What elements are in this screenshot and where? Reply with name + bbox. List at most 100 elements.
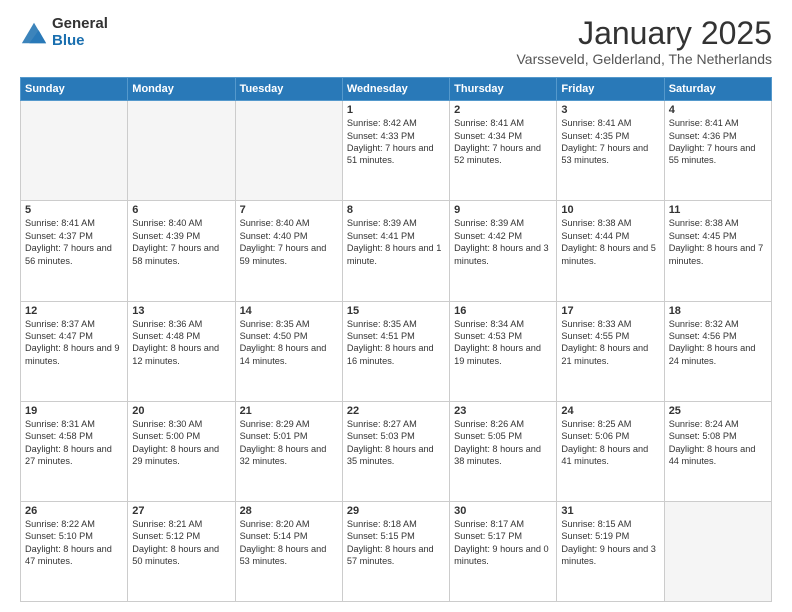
- day-number: 2: [454, 104, 552, 116]
- day-number: 27: [132, 505, 230, 517]
- day-number: 23: [454, 405, 552, 417]
- calendar-cell: 20Sunrise: 8:30 AM Sunset: 5:00 PM Dayli…: [128, 401, 235, 501]
- day-info: Sunrise: 8:36 AM Sunset: 4:48 PM Dayligh…: [132, 318, 230, 368]
- calendar-header-row: SundayMondayTuesdayWednesdayThursdayFrid…: [21, 78, 772, 101]
- day-number: 4: [669, 104, 767, 116]
- day-info: Sunrise: 8:41 AM Sunset: 4:34 PM Dayligh…: [454, 117, 552, 167]
- day-header-tuesday: Tuesday: [235, 78, 342, 101]
- calendar-cell: 21Sunrise: 8:29 AM Sunset: 5:01 PM Dayli…: [235, 401, 342, 501]
- day-number: 14: [240, 305, 338, 317]
- header: General Blue January 2025 Varsseveld, Ge…: [20, 16, 772, 67]
- day-number: 21: [240, 405, 338, 417]
- logo-text: General Blue: [52, 16, 108, 49]
- day-number: 7: [240, 204, 338, 216]
- calendar-cell: 30Sunrise: 8:17 AM Sunset: 5:17 PM Dayli…: [450, 501, 557, 601]
- title-block: January 2025 Varsseveld, Gelderland, The…: [516, 16, 772, 67]
- calendar-cell: 9Sunrise: 8:39 AM Sunset: 4:42 PM Daylig…: [450, 201, 557, 301]
- day-info: Sunrise: 8:21 AM Sunset: 5:12 PM Dayligh…: [132, 518, 230, 568]
- day-header-monday: Monday: [128, 78, 235, 101]
- day-info: Sunrise: 8:20 AM Sunset: 5:14 PM Dayligh…: [240, 518, 338, 568]
- calendar-cell: 8Sunrise: 8:39 AM Sunset: 4:41 PM Daylig…: [342, 201, 449, 301]
- day-info: Sunrise: 8:35 AM Sunset: 4:50 PM Dayligh…: [240, 318, 338, 368]
- day-info: Sunrise: 8:29 AM Sunset: 5:01 PM Dayligh…: [240, 418, 338, 468]
- day-number: 22: [347, 405, 445, 417]
- day-info: Sunrise: 8:18 AM Sunset: 5:15 PM Dayligh…: [347, 518, 445, 568]
- logo-blue-text: Blue: [52, 33, 108, 50]
- week-row-3: 12Sunrise: 8:37 AM Sunset: 4:47 PM Dayli…: [21, 301, 772, 401]
- day-info: Sunrise: 8:32 AM Sunset: 4:56 PM Dayligh…: [669, 318, 767, 368]
- day-info: Sunrise: 8:22 AM Sunset: 5:10 PM Dayligh…: [25, 518, 123, 568]
- calendar-cell: 22Sunrise: 8:27 AM Sunset: 5:03 PM Dayli…: [342, 401, 449, 501]
- day-info: Sunrise: 8:35 AM Sunset: 4:51 PM Dayligh…: [347, 318, 445, 368]
- calendar-cell: 15Sunrise: 8:35 AM Sunset: 4:51 PM Dayli…: [342, 301, 449, 401]
- day-info: Sunrise: 8:27 AM Sunset: 5:03 PM Dayligh…: [347, 418, 445, 468]
- calendar-cell: 23Sunrise: 8:26 AM Sunset: 5:05 PM Dayli…: [450, 401, 557, 501]
- day-header-wednesday: Wednesday: [342, 78, 449, 101]
- day-number: 11: [669, 204, 767, 216]
- calendar-cell: 27Sunrise: 8:21 AM Sunset: 5:12 PM Dayli…: [128, 501, 235, 601]
- calendar-cell: 18Sunrise: 8:32 AM Sunset: 4:56 PM Dayli…: [664, 301, 771, 401]
- day-number: 18: [669, 305, 767, 317]
- day-info: Sunrise: 8:34 AM Sunset: 4:53 PM Dayligh…: [454, 318, 552, 368]
- day-info: Sunrise: 8:42 AM Sunset: 4:33 PM Dayligh…: [347, 117, 445, 167]
- calendar-cell: 29Sunrise: 8:18 AM Sunset: 5:15 PM Dayli…: [342, 501, 449, 601]
- week-row-2: 5Sunrise: 8:41 AM Sunset: 4:37 PM Daylig…: [21, 201, 772, 301]
- day-number: 12: [25, 305, 123, 317]
- day-number: 16: [454, 305, 552, 317]
- day-info: Sunrise: 8:39 AM Sunset: 4:41 PM Dayligh…: [347, 217, 445, 267]
- calendar-cell: 16Sunrise: 8:34 AM Sunset: 4:53 PM Dayli…: [450, 301, 557, 401]
- calendar-cell: [128, 101, 235, 201]
- day-number: 10: [561, 204, 659, 216]
- calendar-cell: [664, 501, 771, 601]
- logo-icon: [20, 19, 48, 47]
- calendar-cell: 13Sunrise: 8:36 AM Sunset: 4:48 PM Dayli…: [128, 301, 235, 401]
- calendar-cell: 11Sunrise: 8:38 AM Sunset: 4:45 PM Dayli…: [664, 201, 771, 301]
- calendar-cell: [21, 101, 128, 201]
- day-number: 26: [25, 505, 123, 517]
- week-row-4: 19Sunrise: 8:31 AM Sunset: 4:58 PM Dayli…: [21, 401, 772, 501]
- calendar-cell: 24Sunrise: 8:25 AM Sunset: 5:06 PM Dayli…: [557, 401, 664, 501]
- day-number: 31: [561, 505, 659, 517]
- day-number: 28: [240, 505, 338, 517]
- day-number: 6: [132, 204, 230, 216]
- calendar-cell: 5Sunrise: 8:41 AM Sunset: 4:37 PM Daylig…: [21, 201, 128, 301]
- day-number: 24: [561, 405, 659, 417]
- day-header-sunday: Sunday: [21, 78, 128, 101]
- calendar-cell: 12Sunrise: 8:37 AM Sunset: 4:47 PM Dayli…: [21, 301, 128, 401]
- calendar-cell: 28Sunrise: 8:20 AM Sunset: 5:14 PM Dayli…: [235, 501, 342, 601]
- day-info: Sunrise: 8:38 AM Sunset: 4:44 PM Dayligh…: [561, 217, 659, 267]
- calendar-cell: 26Sunrise: 8:22 AM Sunset: 5:10 PM Dayli…: [21, 501, 128, 601]
- day-info: Sunrise: 8:33 AM Sunset: 4:55 PM Dayligh…: [561, 318, 659, 368]
- day-header-saturday: Saturday: [664, 78, 771, 101]
- day-number: 15: [347, 305, 445, 317]
- day-info: Sunrise: 8:41 AM Sunset: 4:35 PM Dayligh…: [561, 117, 659, 167]
- day-number: 25: [669, 405, 767, 417]
- calendar-cell: 14Sunrise: 8:35 AM Sunset: 4:50 PM Dayli…: [235, 301, 342, 401]
- calendar-cell: 17Sunrise: 8:33 AM Sunset: 4:55 PM Dayli…: [557, 301, 664, 401]
- month-title: January 2025: [516, 16, 772, 51]
- day-number: 19: [25, 405, 123, 417]
- day-header-friday: Friday: [557, 78, 664, 101]
- calendar-cell: 4Sunrise: 8:41 AM Sunset: 4:36 PM Daylig…: [664, 101, 771, 201]
- day-info: Sunrise: 8:40 AM Sunset: 4:40 PM Dayligh…: [240, 217, 338, 267]
- calendar-cell: 19Sunrise: 8:31 AM Sunset: 4:58 PM Dayli…: [21, 401, 128, 501]
- logo: General Blue: [20, 16, 108, 49]
- calendar-cell: 3Sunrise: 8:41 AM Sunset: 4:35 PM Daylig…: [557, 101, 664, 201]
- day-info: Sunrise: 8:30 AM Sunset: 5:00 PM Dayligh…: [132, 418, 230, 468]
- calendar-cell: 1Sunrise: 8:42 AM Sunset: 4:33 PM Daylig…: [342, 101, 449, 201]
- calendar-cell: 2Sunrise: 8:41 AM Sunset: 4:34 PM Daylig…: [450, 101, 557, 201]
- day-info: Sunrise: 8:39 AM Sunset: 4:42 PM Dayligh…: [454, 217, 552, 267]
- day-info: Sunrise: 8:41 AM Sunset: 4:37 PM Dayligh…: [25, 217, 123, 267]
- day-info: Sunrise: 8:15 AM Sunset: 5:19 PM Dayligh…: [561, 518, 659, 568]
- day-info: Sunrise: 8:17 AM Sunset: 5:17 PM Dayligh…: [454, 518, 552, 568]
- calendar: SundayMondayTuesdayWednesdayThursdayFrid…: [20, 77, 772, 602]
- day-number: 3: [561, 104, 659, 116]
- day-info: Sunrise: 8:38 AM Sunset: 4:45 PM Dayligh…: [669, 217, 767, 267]
- day-number: 17: [561, 305, 659, 317]
- week-row-1: 1Sunrise: 8:42 AM Sunset: 4:33 PM Daylig…: [21, 101, 772, 201]
- day-info: Sunrise: 8:26 AM Sunset: 5:05 PM Dayligh…: [454, 418, 552, 468]
- day-number: 9: [454, 204, 552, 216]
- day-number: 30: [454, 505, 552, 517]
- day-info: Sunrise: 8:24 AM Sunset: 5:08 PM Dayligh…: [669, 418, 767, 468]
- day-header-thursday: Thursday: [450, 78, 557, 101]
